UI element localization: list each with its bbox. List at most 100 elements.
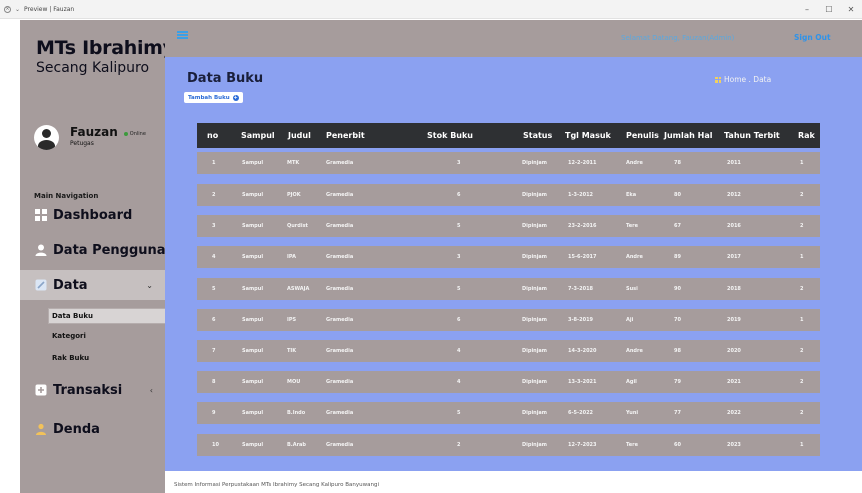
table-cell: Dipinjam [522,317,548,323]
table-row[interactable]: 7 Sampul TIK Gramedia 4 Dipinjam 14-3-2020 Andr… [197,340,820,362]
table-cell: Sampul [242,286,264,292]
table-cell: 5 [212,286,216,292]
table-cell: 12-2-2011 [568,160,597,166]
table-cell: Sampul [242,410,264,416]
table-cell: MOU [287,379,301,385]
table-cell: Dipinjam [522,410,548,416]
table-row[interactable]: 10 Sampul B.Arab Gramedia 2 Dipinjam 12-7-2023… [197,434,820,456]
table-cell: Gramedia [326,192,354,198]
table-cell: B.Arab [287,442,306,448]
chevron-down-icon[interactable]: ⌄ [15,6,20,13]
column-header: Penerbit [326,131,365,140]
table-cell: Sampul [242,379,264,385]
table-cell: Sampul [242,254,264,260]
table-cell: ASWAJA [287,286,310,292]
table-cell: 5 [457,223,461,229]
table-cell: 4 [212,254,216,260]
table-cell: 1-3-2012 [568,192,594,198]
table-header: no Sampul Judul Penerbit Stok Buku Status Tgl … [197,123,820,148]
table-row[interactable]: 1 Sampul MTK Gramedia 3 Dipinjam 12-2-2011 Andr… [197,152,820,174]
maximize-button[interactable]: ☐ [818,5,840,14]
table-cell: 6-5-2022 [568,410,594,416]
avatar [34,125,59,150]
table-cell: 4 [457,348,461,354]
table-cell: 2018 [727,286,741,292]
table-row[interactable]: 9 Sampul B.Indo Gramedia 5 Dipinjam 6-5-2022 Yu… [197,402,820,424]
table-row[interactable]: 4 Sampul IPA Gramedia 3 Dipinjam 15-6-2017 Andr… [197,246,820,268]
column-header: Jumlah Hal [664,131,713,140]
submenu-item-rak-buku[interactable]: Rak Buku [52,354,89,362]
table-cell: 14-3-2020 [568,348,597,354]
table-cell: 2023 [727,442,741,448]
column-header: Tahun Terbit [724,131,780,140]
table-cell: IPA [287,254,296,260]
brand-subtitle: Secang Kalipuro [36,60,150,76]
close-button[interactable]: ✕ [840,5,862,14]
sidebar-item-denda[interactable]: Denda [20,417,165,441]
table-cell: Sampul [242,160,264,166]
table-cell: 7 [212,348,216,354]
table-cell: Gramedia [326,348,354,354]
table-cell: IPS [287,317,297,323]
table-row[interactable]: 5 Sampul ASWAJA Gramedia 5 Dipinjam 7-3-2018 Su… [197,278,820,300]
hamburger-menu-icon[interactable] [177,31,188,39]
table-row[interactable]: 2 Sampul PJOK Gramedia 6 Dipinjam 1-3-2012 Eka 8… [197,184,820,206]
table-cell: Tere [626,223,638,229]
table-cell: Dipinjam [522,379,548,385]
add-book-button[interactable]: Tambah Buku + [184,92,243,103]
window-menu-icon[interactable]: × [4,5,11,13]
table-cell: 3 [457,160,461,166]
sidebar-item-label: Data [53,277,88,293]
table-cell: 2021 [727,379,741,385]
sidebar-item-data-pengguna[interactable]: Data Pengguna [20,238,166,262]
table-cell: 3-8-2019 [568,317,594,323]
table-cell: 98 [674,348,681,354]
table-row[interactable]: 8 Sampul MOU Gramedia 4 Dipinjam 13-3-2021 Agil… [197,371,820,393]
table-cell: 4 [457,379,461,385]
window-title: Preview | Fauzan [24,5,75,13]
table-cell: Andre [626,254,643,260]
table-cell: Andre [626,160,643,166]
table-cell: 7-3-2018 [568,286,594,292]
table-cell: Gramedia [326,286,354,292]
table-cell: Dipinjam [522,160,548,166]
table-cell: MTK [287,160,300,166]
submenu-item-kategori[interactable]: Kategori [52,332,86,340]
window-titlebar: × ⌄ Preview | Fauzan – ☐ ✕ [0,0,862,19]
plus-icon [35,384,47,396]
column-header: Rak [798,131,815,140]
table-cell: Dipinjam [522,348,548,354]
table-cell: Qurdist [287,223,308,229]
sidebar-item-data[interactable]: Data ⌄ [20,270,165,300]
column-header: Judul [288,131,311,140]
table-cell: 90 [674,286,681,292]
chevron-down-icon: ⌄ [146,280,153,290]
table-cell: 8 [212,379,216,385]
table-cell: Gramedia [326,442,354,448]
minimize-button[interactable]: – [796,5,818,14]
sidebar-item-dashboard[interactable]: Dashboard [20,203,165,227]
table-cell: 5 [457,286,461,292]
table-cell: Dipinjam [522,223,548,229]
table-row[interactable]: 3 Sampul Qurdist Gramedia 5 Dipinjam 23-2-2016… [197,215,820,237]
breadcrumb-text[interactable]: Home . Data [724,75,771,84]
table-cell: 15-6-2017 [568,254,597,260]
table-cell: 3 [212,223,216,229]
table-cell: B.Indo [287,410,306,416]
table-cell: Dipinjam [522,254,548,260]
table-cell: Dipinjam [522,192,548,198]
table-row[interactable]: 6 Sampul IPS Gramedia 6 Dipinjam 3-8-2019 Aji 70… [197,309,820,331]
table-cell: 2 [800,192,804,198]
table-cell: 5 [457,410,461,416]
plus-circle-icon: + [232,94,239,101]
table-cell: 2022 [727,410,741,416]
table-cell: 2 [800,348,804,354]
table-cell: Gramedia [326,223,354,229]
table-cell: PJOK [287,192,301,198]
sidebar-item-transaksi[interactable]: Transaksi ‹ [20,378,165,402]
sign-out-button[interactable]: Sign Out [794,33,831,42]
table-cell: 1 [212,160,216,166]
submenu-item-data-buku[interactable]: Data Buku [52,312,93,320]
table-cell: Susi [626,286,638,292]
table-cell: 2 [800,379,804,385]
